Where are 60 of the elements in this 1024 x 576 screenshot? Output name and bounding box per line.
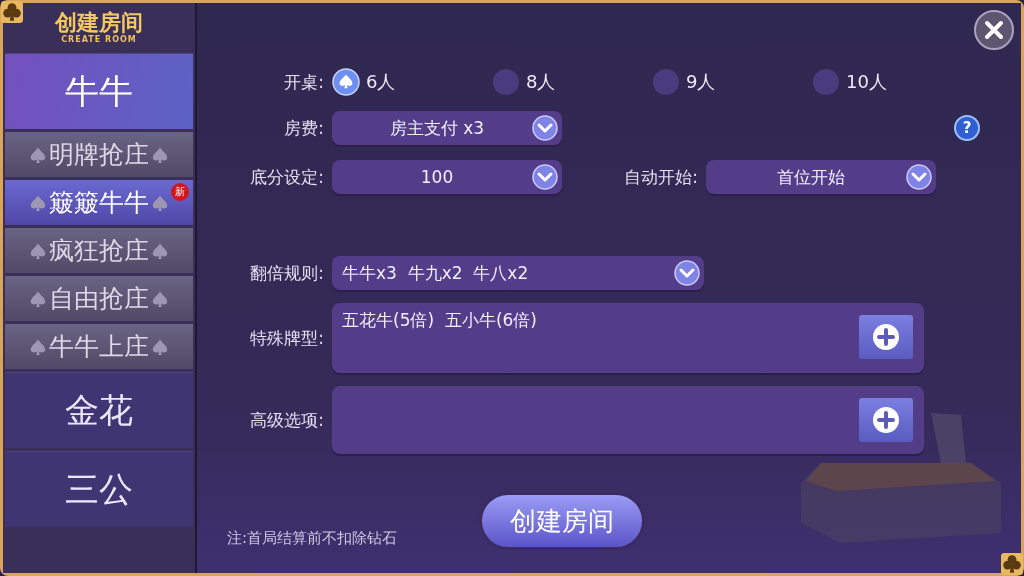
chevron-down-icon <box>532 115 558 141</box>
note-text: 注:首局结算前不扣除钻石 <box>227 529 398 548</box>
mode-tab[interactable]: 自由抢庄 <box>5 276 193 321</box>
game-tab[interactable]: 金花 <box>5 372 193 448</box>
add-button[interactable] <box>859 315 913 359</box>
club-icon <box>1 1 23 23</box>
spade-icon <box>151 193 169 212</box>
field-label: 房费: <box>283 116 324 140</box>
chevron-down-icon <box>674 260 700 286</box>
mode-label: 疯狂抢庄 <box>49 235 149 267</box>
spade-icon <box>29 337 47 356</box>
close-icon[interactable] <box>973 9 1015 51</box>
mode-tab[interactable]: 牛牛上庄 <box>5 324 193 369</box>
mode-label: 牛牛上庄 <box>49 331 149 363</box>
spade-icon <box>151 145 169 164</box>
dropdown[interactable]: 房主支付 x3 <box>332 111 562 145</box>
mode-tab[interactable]: 簸簸牛牛 新 <box>5 180 193 225</box>
dropdown[interactable]: 牛牛x3 牛九x2 牛八x2 <box>332 256 704 290</box>
create-room-button[interactable]: 创建房间 <box>479 492 646 550</box>
spade-icon <box>151 289 169 308</box>
radio-option[interactable]: 8人 <box>492 68 652 96</box>
chevron-down-icon <box>532 164 558 190</box>
dropdown-value: 房主支付 x3 <box>388 116 486 140</box>
help-button[interactable]: ? <box>954 115 980 141</box>
field-label: 自动开始: <box>623 165 698 189</box>
option-text: 五花牛(5倍) 五小牛(6倍) <box>342 310 537 330</box>
radio-option[interactable]: 9人 <box>652 68 812 96</box>
logo-title: 创建房间 <box>55 11 143 35</box>
dropdown-value: 牛牛x3 牛九x2 牛八x2 <box>342 261 530 285</box>
field-label: 高级选项: <box>249 408 324 432</box>
field-label: 底分设定: <box>249 165 324 189</box>
spade-icon <box>151 241 169 260</box>
spade-icon <box>29 193 47 212</box>
radio-option[interactable]: 10人 <box>812 68 972 96</box>
plus-icon <box>871 322 901 352</box>
add-button[interactable] <box>859 398 913 442</box>
mode-label: 明牌抢庄 <box>49 139 149 171</box>
mode-tab[interactable]: 疯狂抢庄 <box>5 228 193 273</box>
mode-label: 自由抢庄 <box>49 283 149 315</box>
spade-icon <box>29 241 47 260</box>
game-tab[interactable]: 牛牛 <box>5 53 193 129</box>
spade-icon <box>29 145 47 164</box>
new-badge: 新 <box>171 183 189 201</box>
dropdown[interactable]: 100 <box>332 160 562 194</box>
field-label: 开桌: <box>283 70 324 94</box>
game-tab[interactable]: 三公 <box>5 451 193 527</box>
radio-option[interactable]: 6人 <box>332 68 492 96</box>
plus-icon <box>871 405 901 435</box>
field-label: 翻倍规则: <box>249 261 324 285</box>
club-icon <box>1001 553 1023 575</box>
logo-subtitle: CREATE ROOM <box>61 35 137 45</box>
chevron-down-icon <box>906 164 932 190</box>
dropdown-value: 首位开始 <box>776 165 846 189</box>
field-label: 特殊牌型: <box>249 326 324 350</box>
dropdown[interactable]: 首位开始 <box>706 160 936 194</box>
mode-label: 簸簸牛牛 <box>49 187 149 219</box>
spade-icon <box>151 337 169 356</box>
dropdown-value: 100 <box>419 167 455 187</box>
mode-tab[interactable]: 明牌抢庄 <box>5 132 193 177</box>
spade-icon <box>29 289 47 308</box>
